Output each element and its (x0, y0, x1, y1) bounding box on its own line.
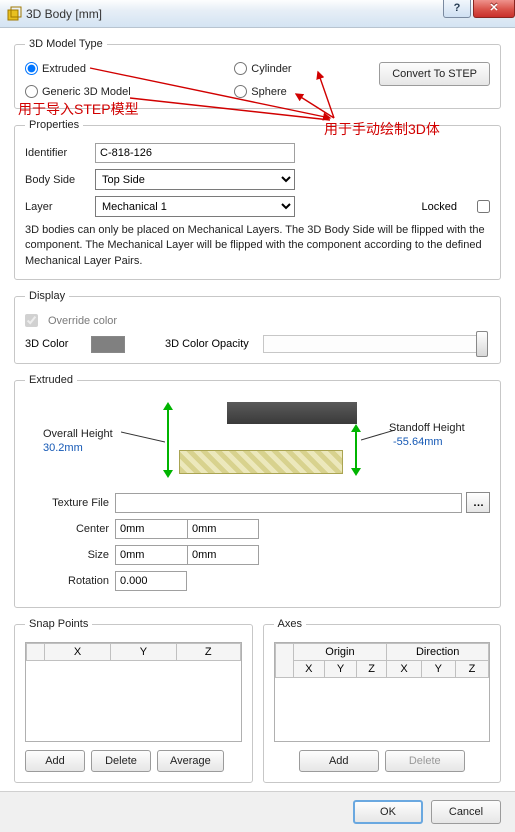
axes-add-button[interactable]: Add (299, 750, 379, 772)
snap-delete-button[interactable]: Delete (91, 750, 151, 772)
extruded-body-graphic (227, 402, 357, 424)
snap-col-y: Y (110, 644, 176, 661)
axes-direction-hdr: Direction (387, 644, 489, 661)
display-group: Display Override color 3D Color 3D Color… (14, 290, 501, 364)
overall-height-label: Overall Height (43, 428, 113, 440)
layer-label: Layer (25, 201, 95, 213)
window-title: 3D Body [mm] (26, 7, 102, 21)
size-y-input[interactable] (187, 545, 259, 565)
axes-origin-hdr: Origin (293, 644, 387, 661)
texturefile-input[interactable] (115, 493, 462, 513)
locked-checkbox[interactable] (477, 200, 490, 213)
snap-add-button[interactable]: Add (25, 750, 85, 772)
radio-extruded[interactable]: Extruded (25, 62, 234, 75)
mechanical-layer-hint: 3D bodies can only be placed on Mechanic… (25, 223, 490, 269)
extruded-group: Extruded Overall Height 30.2mm Stan (14, 374, 501, 608)
model-type-group: 3D Model Type Extruded Generic 3D Model … (14, 38, 501, 109)
app-icon (6, 6, 22, 22)
cancel-button[interactable]: Cancel (431, 800, 501, 824)
bodyside-label: Body Side (25, 174, 95, 186)
radio-extruded-input[interactable] (25, 62, 38, 75)
rotation-label: Rotation (25, 575, 115, 587)
board-graphic (179, 450, 343, 474)
layer-select[interactable]: Mechanical 1 (95, 196, 295, 217)
overall-height-value[interactable]: 30.2mm (43, 442, 83, 454)
center-y-input[interactable] (187, 519, 259, 539)
standoff-height-value[interactable]: -55.64mm (393, 436, 443, 448)
radio-cylinder-input[interactable] (234, 62, 247, 75)
model-type-legend: 3D Model Type (25, 38, 107, 50)
close-button[interactable]: ✕ (473, 0, 515, 18)
center-label: Center (25, 523, 115, 535)
bodyside-select[interactable]: Top Side (95, 169, 295, 190)
extruded-diagram: Overall Height 30.2mm Standoff Height -5… (49, 398, 466, 480)
rotation-input[interactable] (115, 571, 187, 591)
radio-cylinder[interactable]: Cylinder (234, 62, 350, 75)
standoff-height-label: Standoff Height (389, 422, 465, 434)
extruded-legend: Extruded (25, 374, 77, 386)
display-legend: Display (25, 290, 69, 302)
snap-points-table[interactable]: X Y Z (25, 642, 242, 742)
snap-points-group: Snap Points X Y Z Add Delete Average (14, 618, 253, 783)
axes-group: Axes Origin Direction X Y Z X Y Z (263, 618, 502, 783)
identifier-label: Identifier (25, 147, 95, 159)
convert-to-step-button[interactable]: Convert To STEP (379, 62, 490, 86)
texturefile-browse-button[interactable]: … (466, 492, 490, 513)
radio-sphere[interactable]: Sphere (234, 85, 350, 98)
override-color-checkbox (25, 314, 38, 327)
opacity-slider-thumb[interactable] (476, 331, 488, 357)
properties-legend: Properties (25, 119, 83, 131)
identifier-input[interactable] (95, 143, 295, 163)
titlebar: 3D Body [mm] ? ✕ (0, 0, 515, 28)
3dcolor-label: 3D Color (25, 338, 81, 350)
dialog-footer: OK Cancel (0, 791, 515, 832)
axes-legend: Axes (274, 618, 306, 630)
snap-points-legend: Snap Points (25, 618, 92, 630)
locked-label: Locked (422, 201, 457, 213)
radio-generic-input[interactable] (25, 85, 38, 98)
ok-button[interactable]: OK (353, 800, 423, 824)
help-button[interactable]: ? (443, 0, 471, 18)
opacity-slider[interactable] (263, 335, 486, 353)
opacity-label: 3D Color Opacity (165, 338, 249, 350)
snap-col-z: Z (176, 644, 240, 661)
axes-delete-button: Delete (385, 750, 465, 772)
radio-generic[interactable]: Generic 3D Model (25, 85, 234, 98)
3dcolor-swatch[interactable] (91, 336, 125, 353)
override-color-label: Override color (48, 315, 117, 327)
center-x-input[interactable] (115, 519, 187, 539)
overall-height-leader-icon (121, 428, 165, 444)
size-label: Size (25, 549, 115, 561)
axes-table[interactable]: Origin Direction X Y Z X Y Z (274, 642, 491, 742)
properties-group: Properties Identifier Body Side Top Side… (14, 119, 501, 280)
texturefile-label: Texture File (25, 497, 115, 509)
snap-average-button[interactable]: Average (157, 750, 224, 772)
snap-col-x: X (45, 644, 111, 661)
size-x-input[interactable] (115, 545, 187, 565)
radio-sphere-input[interactable] (234, 85, 247, 98)
